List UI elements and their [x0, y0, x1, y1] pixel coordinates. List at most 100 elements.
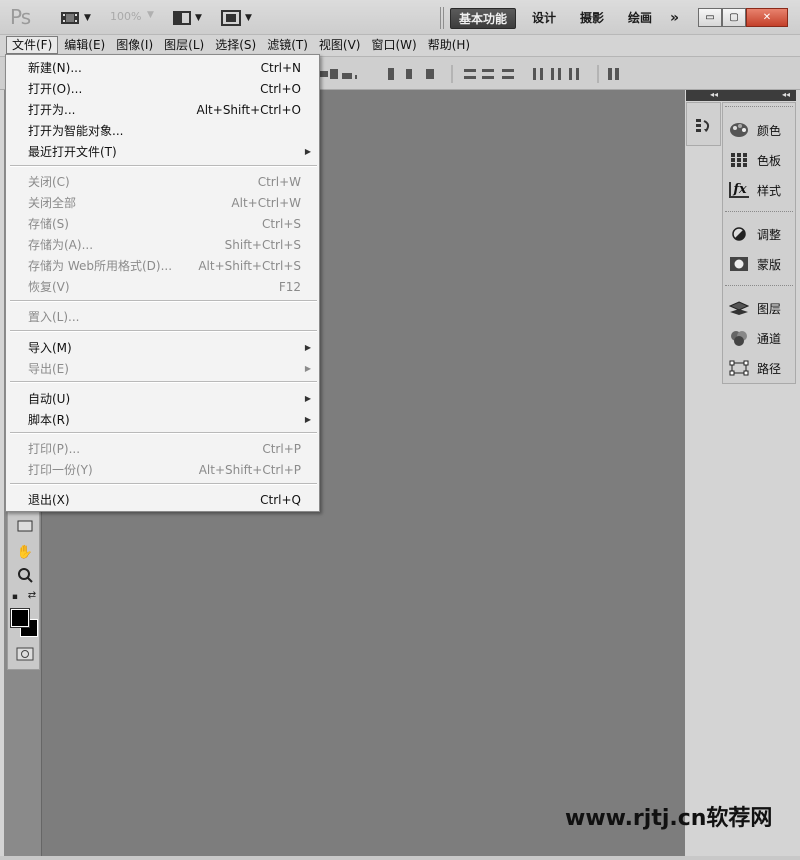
panel-masks[interactable]: 蒙版: [729, 251, 781, 277]
panel-label: 调整: [757, 227, 782, 242]
more-workspaces-button[interactable]: »: [662, 8, 687, 29]
menu-item-label: 关闭全部: [28, 196, 77, 210]
menu-item-label: 自动(U): [28, 392, 71, 406]
application-bar: Ps ▼ 100% ▼ ▼ ▼ 基本功能 设计 摄影 绘画 » ▭ ▢ ✕: [0, 0, 800, 35]
menu-open-as[interactable]: 打开为... Alt+Shift+Ctrl+O: [6, 99, 319, 120]
panel-paths[interactable]: 路径: [729, 355, 781, 381]
minimize-button[interactable]: ▭: [698, 8, 722, 27]
menu-place[interactable]: 置入(L)...: [6, 306, 319, 327]
menu-revert[interactable]: 恢复(V) F12: [6, 276, 319, 297]
foreground-color-swatch[interactable]: [10, 608, 30, 628]
shape-tool-icon[interactable]: [15, 517, 35, 535]
menu-save-as[interactable]: 存储为(A)... Shift+Ctrl+S: [6, 234, 319, 255]
menu-edit[interactable]: 编辑(E): [59, 36, 110, 54]
menu-item-label: 导出(E): [28, 362, 69, 376]
menu-import[interactable]: 导入(M) ▶: [6, 337, 319, 358]
chevron-down-icon[interactable]: ▼: [147, 10, 154, 20]
menu-automate[interactable]: 自动(U) ▶: [6, 388, 319, 409]
menu-open-as-smart-object[interactable]: 打开为智能对象...: [6, 120, 319, 141]
panel-styles[interactable]: fx 样式: [729, 177, 781, 203]
menu-item-shortcut: Ctrl+Q: [260, 492, 301, 507]
mask-icon: [729, 255, 749, 273]
panel-label: 通道: [757, 331, 782, 346]
panel-swatches[interactable]: 色板: [729, 147, 781, 173]
menu-select[interactable]: 选择(S): [210, 36, 261, 54]
menu-file[interactable]: 文件(F): [6, 36, 59, 54]
panel-grip[interactable]: [725, 285, 793, 288]
collapse-icon[interactable]: ◂◂: [710, 90, 718, 99]
panel-adjustments[interactable]: 调整: [729, 221, 781, 247]
layers-icon: [729, 299, 749, 317]
menu-item-label: 退出(X): [28, 493, 70, 507]
workspace-photography[interactable]: 摄影: [572, 8, 612, 29]
menu-close[interactable]: 关闭(C) Ctrl+W: [6, 171, 319, 192]
chevron-down-icon: ▼: [84, 13, 91, 23]
menu-window[interactable]: 窗口(W): [366, 36, 421, 54]
workspace-essentials[interactable]: 基本功能: [450, 8, 517, 29]
menu-new[interactable]: 新建(N)... Ctrl+N: [6, 57, 319, 78]
ps-logo: Ps: [10, 5, 31, 29]
menu-item-label: 导入(M): [28, 341, 72, 355]
panel-layers[interactable]: 图层: [729, 295, 781, 321]
palette-icon: [729, 121, 749, 139]
menu-item-label: 存储为(A)...: [28, 238, 94, 252]
restore-button[interactable]: ▢: [722, 8, 746, 27]
film-icon: [61, 12, 79, 24]
divider: [440, 7, 441, 29]
menu-help[interactable]: 帮助(H): [423, 36, 475, 54]
quick-mask-icon[interactable]: [15, 645, 35, 663]
menu-print-one-copy[interactable]: 打印一份(Y) Alt+Shift+Ctrl+P: [6, 459, 319, 480]
submenu-arrow-icon: ▶: [304, 147, 311, 156]
launch-bridge-button[interactable]: ▼: [60, 8, 91, 28]
window-bottom-border: [0, 856, 800, 860]
menu-item-shortcut: Ctrl+O: [260, 81, 301, 96]
menu-item-shortcut: Alt+Shift+Ctrl+S: [198, 258, 301, 273]
hand-tool-icon[interactable]: ✋: [15, 543, 35, 561]
menu-item-label: 最近打开文件(T): [28, 145, 117, 159]
history-panel-mini[interactable]: [686, 102, 721, 146]
close-button[interactable]: ✕: [746, 8, 788, 27]
panel-grip[interactable]: [725, 211, 793, 214]
default-colors-icon[interactable]: ◾: [10, 591, 20, 601]
history-icon: [696, 119, 710, 132]
menu-scripts[interactable]: 脚本(R) ▶: [6, 409, 319, 430]
menu-exit[interactable]: 退出(X) Ctrl+Q: [6, 489, 319, 510]
menu-item-label: 打开为...: [28, 103, 76, 117]
menu-close-all[interactable]: 关闭全部 Alt+Ctrl+W: [6, 192, 319, 213]
menu-layer[interactable]: 图层(L): [159, 36, 209, 54]
menu-item-shortcut: Ctrl+P: [262, 441, 301, 456]
menu-save-for-web[interactable]: 存储为 Web所用格式(D)... Alt+Shift+Ctrl+S: [6, 255, 319, 276]
swatches-icon: [729, 151, 749, 169]
fx-icon: fx: [729, 182, 749, 198]
panel-label: 样式: [757, 183, 782, 198]
zoom-tool-icon[interactable]: [15, 566, 35, 584]
menu-separator: [10, 300, 317, 302]
menu-item-label: 置入(L)...: [28, 310, 80, 324]
menu-print[interactable]: 打印(P)... Ctrl+P: [6, 438, 319, 459]
menu-item-label: 存储为 Web所用格式(D)...: [28, 259, 173, 273]
workspace-design[interactable]: 设计: [524, 8, 564, 29]
screen-mode-button[interactable]: ▼: [221, 8, 252, 28]
collapse-icon[interactable]: ◂◂: [782, 90, 790, 99]
menu-filter[interactable]: 滤镜(T): [262, 36, 313, 54]
panel-color[interactable]: 颜色: [729, 117, 781, 143]
menu-item-shortcut: Ctrl+S: [261, 216, 301, 231]
panel-channels[interactable]: 通道: [729, 325, 781, 351]
swap-colors-icon[interactable]: ⇄: [26, 589, 38, 601]
submenu-arrow-icon: ▶: [304, 415, 311, 424]
menu-image[interactable]: 图像(I): [111, 36, 158, 54]
menu-save[interactable]: 存储(S) Ctrl+S: [6, 213, 319, 234]
menu-item-shortcut: Alt+Ctrl+W: [231, 195, 301, 210]
menu-export[interactable]: 导出(E) ▶: [6, 358, 319, 379]
menu-recent-files[interactable]: 最近打开文件(T) ▶: [6, 141, 319, 162]
menu-separator: [10, 432, 317, 434]
workspace-painting[interactable]: 绘画: [620, 8, 660, 29]
adjustments-icon: [729, 225, 749, 243]
screen-mode-icon: [221, 10, 241, 26]
arrange-documents-button[interactable]: ▼: [173, 8, 202, 28]
panel-grip[interactable]: [725, 106, 793, 109]
zoom-level[interactable]: 100%: [110, 10, 141, 23]
menu-view[interactable]: 视图(V): [314, 36, 366, 54]
menu-open[interactable]: 打开(O)... Ctrl+O: [6, 78, 319, 99]
submenu-arrow-icon: ▶: [304, 343, 311, 352]
